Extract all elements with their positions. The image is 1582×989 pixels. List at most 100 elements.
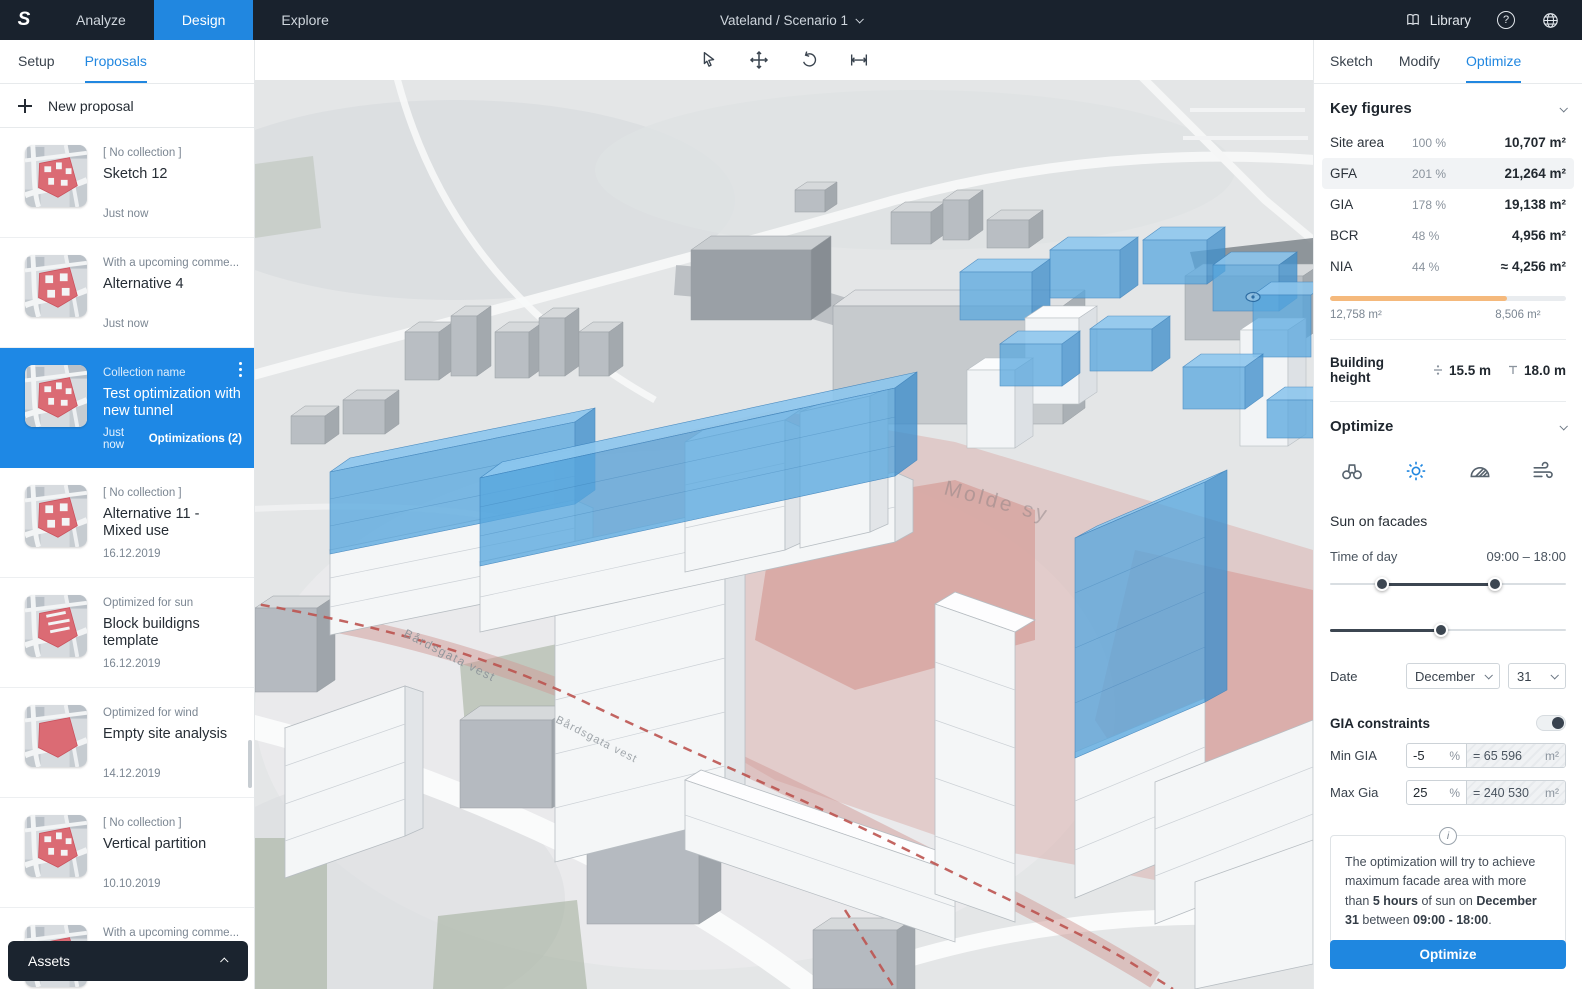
proposal-card[interactable]: With a upcoming comme... Alternative 4 J… — [0, 238, 254, 348]
bar-min-label: 12,758 m² — [1330, 309, 1382, 321]
sun-mode-button[interactable] — [1400, 455, 1432, 487]
percent-unit: % — [1449, 749, 1460, 763]
nav-explore[interactable]: Explore — [253, 0, 356, 40]
map-toolbar — [255, 40, 1313, 80]
nav-analyze[interactable]: Analyze — [48, 0, 154, 40]
proposal-date: 16.12.2019 — [103, 658, 242, 670]
kf-value: 19,138 m² — [1474, 197, 1566, 212]
time-range-value: 09:00 – 18:00 — [1486, 549, 1566, 564]
rotate-tool-button[interactable] — [795, 46, 823, 74]
optimize-button[interactable]: Optimize — [1330, 940, 1566, 969]
move-tool-button[interactable] — [745, 46, 773, 74]
proposal-card-selected[interactable]: Collection name Test optimization with n… — [0, 348, 254, 468]
map-3d-view[interactable]: Bårdsgata vest Bårdsgata vest Molde sy — [255, 80, 1313, 989]
date-label: Date — [1330, 669, 1406, 684]
wind-icon — [1531, 458, 1557, 484]
kf-percent: 100 % — [1412, 136, 1474, 150]
help-icon[interactable]: ? — [1497, 11, 1515, 29]
proposal-title: Block buildigns template — [103, 616, 242, 650]
eye-icon[interactable] — [1246, 293, 1260, 302]
proposal-date: Just now — [103, 318, 242, 330]
tab-optimize[interactable]: Optimize — [1466, 40, 1521, 83]
key-figure-row[interactable]: GFA 201 % 21,264 m² — [1322, 158, 1574, 189]
key-figure-row: GIA 178 % 19,138 m² — [1330, 189, 1566, 220]
gia-constraints-toggle[interactable] — [1536, 715, 1566, 731]
kebab-menu-icon[interactable] — [239, 362, 242, 365]
proposal-card[interactable]: Optimized for wind Empty site analysis 1… — [0, 688, 254, 798]
proposal-date: Just now — [103, 208, 242, 220]
proposal-collection: [ No collection ] — [103, 487, 242, 499]
measure-tool-button[interactable] — [845, 46, 873, 74]
app-window: S Analyze Design Explore Vateland / Scen… — [0, 0, 1582, 989]
proposal-card[interactable]: Optimized for sun Block buildigns templa… — [0, 578, 254, 688]
move-icon — [747, 48, 771, 72]
proposal-date: Just now — [103, 427, 135, 451]
key-figure-row: Site area 100 % 10,707 m² — [1330, 127, 1566, 158]
optimize-panel: Sketch Modify Optimize Key figures Site … — [1313, 40, 1582, 989]
optimizations-badge[interactable]: Optimizations (2) — [149, 433, 242, 445]
proposal-thumbnail — [25, 145, 87, 207]
proposal-card[interactable]: [ No collection ] Alternative 11 - Mixed… — [0, 468, 254, 578]
noise-mode-button[interactable] — [1464, 455, 1496, 487]
slider-handle-start[interactable] — [1375, 577, 1389, 591]
proposal-date: 14.12.2019 — [103, 768, 242, 780]
assets-panel-toggle[interactable]: Assets — [8, 941, 248, 981]
library-button[interactable]: Library — [1404, 11, 1471, 29]
breadcrumb[interactable]: Vateland / Scenario 1 — [720, 13, 862, 28]
views-mode-button[interactable] — [1336, 455, 1368, 487]
proposal-card[interactable]: [ No collection ] Sketch 12 Just now — [0, 128, 254, 238]
kf-percent: 48 % — [1412, 229, 1474, 243]
tab-proposals[interactable]: Proposals — [85, 40, 147, 83]
proposal-thumbnail — [25, 595, 87, 657]
select-tool-button[interactable] — [695, 46, 723, 74]
bar-max-label: 8,506 m² — [1495, 309, 1540, 321]
tab-setup[interactable]: Setup — [18, 40, 55, 83]
min-gia-input[interactable] — [1413, 748, 1439, 763]
optimization-info-box: i The optimization will try to achieve m… — [1330, 835, 1566, 945]
new-proposal-button[interactable]: New proposal — [0, 84, 254, 128]
sun-on-facades-title: Sun on facades — [1330, 513, 1566, 529]
wind-mode-button[interactable] — [1528, 455, 1560, 487]
kf-label: NIA — [1330, 259, 1412, 274]
kf-percent: 44 % — [1412, 260, 1474, 274]
slider-handle-end[interactable] — [1488, 577, 1502, 591]
time-range-slider[interactable] — [1330, 577, 1566, 591]
sidebar-scrollbar[interactable] — [248, 740, 252, 788]
gia-range-bar — [1330, 296, 1566, 301]
proposal-date: 10.10.2019 — [103, 878, 242, 890]
tab-sketch[interactable]: Sketch — [1330, 40, 1373, 83]
panel-tabs: Sketch Modify Optimize — [1314, 40, 1582, 84]
key-figure-row: BCR 48 % 4,956 m² — [1330, 220, 1566, 251]
optimize-mode-row — [1330, 455, 1566, 487]
day-select[interactable]: 31 — [1508, 663, 1566, 689]
sun-icon — [1403, 458, 1429, 484]
new-proposal-label: New proposal — [48, 98, 134, 114]
chevron-up-icon — [220, 957, 228, 965]
month-select[interactable]: December — [1406, 663, 1500, 689]
measure-icon — [848, 49, 870, 71]
avg-height-icon — [1432, 364, 1444, 376]
max-height-value: 18.0 m — [1524, 363, 1566, 378]
tab-modify[interactable]: Modify — [1399, 40, 1440, 83]
duration-slider[interactable] — [1330, 623, 1566, 637]
binoculars-icon — [1339, 458, 1365, 484]
sidebar-tabs: Setup Proposals — [0, 40, 254, 84]
globe-icon[interactable] — [1541, 11, 1560, 30]
key-figures-header[interactable]: Key figures — [1330, 100, 1566, 117]
optimize-section-header[interactable]: Optimize — [1330, 418, 1566, 435]
gia-range-bar-fill — [1330, 296, 1507, 301]
divider — [1330, 339, 1566, 340]
cursor-icon — [698, 49, 720, 71]
max-gia-label: Max Gia — [1330, 785, 1406, 800]
kf-percent: 178 % — [1412, 198, 1474, 212]
nav-design[interactable]: Design — [154, 0, 254, 40]
kf-label: Site area — [1330, 135, 1412, 150]
app-logo-icon[interactable]: S — [0, 0, 48, 40]
proposal-card[interactable]: [ No collection ] Vertical partition 10.… — [0, 798, 254, 908]
proposal-collection: Optimized for sun — [103, 597, 242, 609]
slider-handle[interactable] — [1434, 623, 1448, 637]
chevron-down-icon — [1559, 422, 1567, 430]
chevron-down-icon — [1559, 104, 1567, 112]
max-gia-input[interactable] — [1413, 785, 1439, 800]
min-gia-computed: = 65 596 — [1473, 749, 1522, 763]
